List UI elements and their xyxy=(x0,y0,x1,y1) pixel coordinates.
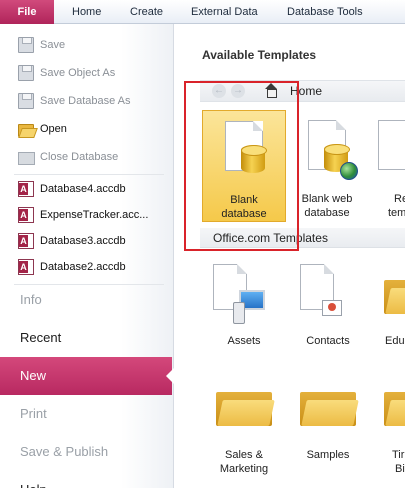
tab-create[interactable]: Create xyxy=(130,0,163,24)
save-command[interactable]: Save xyxy=(0,33,172,57)
folder-icon xyxy=(384,386,405,426)
tile-label: Edu xyxy=(385,335,405,347)
document-icon xyxy=(378,120,405,170)
tab-database-tools[interactable]: Database Tools xyxy=(287,0,363,24)
folder-icon xyxy=(300,386,356,426)
section-help[interactable]: Help xyxy=(0,471,174,488)
contacts-template-tile[interactable]: Contacts xyxy=(288,260,368,352)
time-billing-template-tile[interactable]: Tir Bi xyxy=(376,380,405,480)
recent-file-label: Database2.accdb xyxy=(40,261,126,273)
open-command-label: Open xyxy=(40,123,67,135)
close-database-label: Close Database xyxy=(40,151,119,163)
assets-template-tile[interactable]: Assets xyxy=(205,260,283,352)
tile-label: Bi xyxy=(395,463,405,475)
recent-templates-tile[interactable]: Re tem xyxy=(368,110,405,222)
recent-file-item[interactable]: Database2.accdb xyxy=(0,255,172,279)
close-database-command[interactable]: Close Database xyxy=(0,145,172,169)
divider xyxy=(14,174,164,175)
access-database-icon xyxy=(18,207,34,223)
folder-icon xyxy=(216,386,272,426)
tile-label: Sales & xyxy=(225,449,263,461)
tile-label: Tir xyxy=(392,449,405,461)
section-recent[interactable]: Recent xyxy=(0,319,174,357)
tile-label: tem xyxy=(388,207,405,219)
save-database-as-label: Save Database As xyxy=(40,95,131,107)
recent-file-item[interactable]: Database4.accdb xyxy=(0,177,172,201)
access-database-icon xyxy=(18,181,34,197)
section-info[interactable]: Info xyxy=(0,281,174,319)
sales-marketing-template-tile[interactable]: Sales & Marketing xyxy=(205,380,283,480)
education-template-tile[interactable]: Edu xyxy=(376,260,405,352)
close-database-icon xyxy=(18,149,35,165)
save-object-as-label: Save Object As xyxy=(40,67,116,79)
tile-label: Re xyxy=(394,193,405,205)
tile-label: Assets xyxy=(227,335,261,347)
section-save-and-publish[interactable]: Save & Publish xyxy=(0,433,174,471)
tab-file[interactable]: File xyxy=(0,0,54,24)
recent-file-label: ExpenseTracker.acc... xyxy=(40,209,149,221)
ribbon-tab-bar: File Home Create External Data Database … xyxy=(0,0,405,24)
tile-label: Samples xyxy=(306,449,350,461)
save-command-label: Save xyxy=(40,39,66,51)
folder-icon xyxy=(384,274,405,314)
globe-icon xyxy=(340,162,358,180)
contact-card-icon xyxy=(322,300,342,316)
recent-file-label: Database4.accdb xyxy=(40,183,126,195)
recent-file-label: Database3.accdb xyxy=(40,235,126,247)
save-database-icon xyxy=(18,93,34,109)
available-templates-heading: Available Templates xyxy=(202,48,317,62)
save-icon xyxy=(18,37,34,53)
open-command[interactable]: Open xyxy=(0,117,172,141)
save-object-as-command[interactable]: Save Object As xyxy=(0,61,172,85)
tile-label: Marketing xyxy=(219,463,269,475)
tile-label: Contacts xyxy=(306,335,350,347)
access-database-icon xyxy=(18,259,34,275)
phone-icon xyxy=(233,302,245,324)
section-new[interactable]: New xyxy=(0,357,174,395)
tab-external-data[interactable]: External Data xyxy=(191,0,258,24)
open-folder-icon xyxy=(18,121,34,137)
access-database-icon xyxy=(18,233,34,249)
tile-label: Blank web xyxy=(301,193,353,205)
blank-web-database-tile[interactable]: Blank web database xyxy=(290,110,364,222)
section-print[interactable]: Print xyxy=(0,395,174,433)
tile-label: database xyxy=(304,207,350,219)
samples-template-tile[interactable]: Samples xyxy=(288,380,368,480)
save-object-icon xyxy=(18,65,34,81)
recent-file-item[interactable]: ExpenseTracker.acc... xyxy=(0,203,172,227)
recent-file-item[interactable]: Database3.accdb xyxy=(0,229,172,253)
tab-home[interactable]: Home xyxy=(72,0,101,24)
save-database-as-command[interactable]: Save Database As xyxy=(0,89,172,113)
highlight-box xyxy=(184,81,299,251)
